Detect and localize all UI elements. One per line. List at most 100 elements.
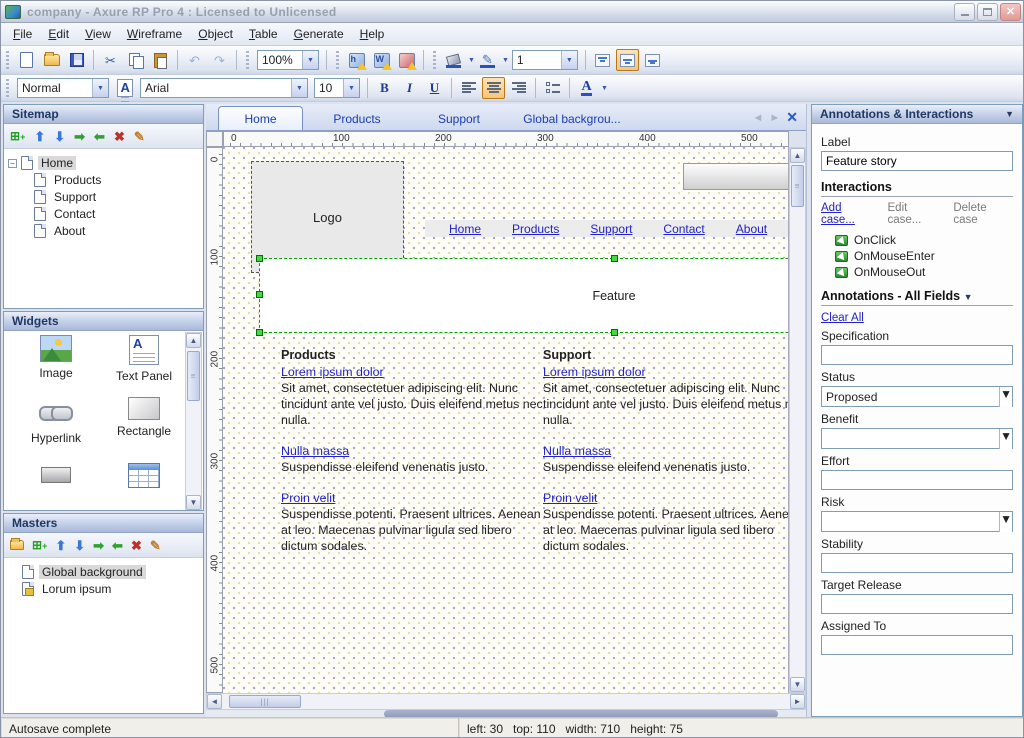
benefit-select[interactable]: ▼: [821, 428, 1013, 449]
delete-master-button[interactable]: ✖: [131, 539, 142, 552]
menu-file[interactable]: File: [5, 24, 40, 44]
chevron-down-icon[interactable]: ▼: [502, 57, 509, 64]
products-column-widget[interactable]: Products Lorem ipsum dolor Sit amet, con…: [281, 347, 549, 569]
menu-table[interactable]: Table: [241, 24, 286, 44]
panel-menu-icon[interactable]: ▼: [1005, 109, 1014, 119]
tab-scroll-right-icon[interactable]: ►: [769, 112, 780, 124]
chevron-down-icon[interactable]: ▼: [999, 512, 1012, 532]
paste-button[interactable]: [149, 49, 172, 71]
font-combobox[interactable]: Arial ▼: [140, 78, 308, 98]
chevron-down-icon[interactable]: ▼: [92, 79, 108, 97]
edit-case-link[interactable]: Edit case...: [888, 202, 944, 226]
wireframe-link[interactable]: Nulla massa: [281, 443, 349, 459]
scroll-up-icon[interactable]: ▲: [790, 148, 805, 163]
generate-prototype-button[interactable]: h: [345, 49, 368, 71]
tab-products[interactable]: Products: [303, 108, 411, 130]
widgets-scrollbar-thumb[interactable]: ≡: [187, 351, 200, 401]
add-case-link[interactable]: Add case...: [821, 202, 878, 226]
underline-button[interactable]: U: [423, 77, 446, 99]
assigned-to-input[interactable]: [821, 635, 1013, 655]
minimize-button[interactable]: [954, 3, 975, 21]
widget-rectangle[interactable]: Rectangle: [100, 397, 188, 445]
align-left-button[interactable]: [457, 77, 480, 99]
nav-menu-widget[interactable]: Home Products Support Contact About: [425, 220, 789, 237]
move-down-button[interactable]: ⬇: [54, 130, 65, 143]
outdent-button[interactable]: ⬅: [94, 130, 105, 143]
resize-handle-bottom-middle[interactable]: [611, 329, 618, 336]
canvas-horizontal-scrollbar[interactable]: ◄ ||| ►: [206, 693, 806, 710]
generate-export-button[interactable]: [395, 49, 418, 71]
close-button[interactable]: ✕: [1000, 3, 1021, 21]
resize-handle-top-middle[interactable]: [611, 255, 618, 262]
wireframe-link[interactable]: Lorem ipsum dolor: [543, 364, 646, 380]
risk-select[interactable]: ▼: [821, 511, 1013, 532]
restore-button[interactable]: [977, 3, 998, 21]
event-onmouseout[interactable]: OnMouseOut: [835, 264, 1013, 280]
line-weight-combobox[interactable]: 1 ▼: [512, 50, 578, 70]
resize-handle-bottom-left[interactable]: [256, 329, 263, 336]
menu-view[interactable]: View: [77, 24, 119, 44]
master-item-global-background[interactable]: Global background: [22, 564, 199, 580]
fill-color-button[interactable]: [442, 49, 465, 71]
menu-object[interactable]: Object: [190, 24, 241, 44]
toolbar-grip[interactable]: [431, 51, 438, 69]
widget-button[interactable]: [12, 459, 100, 488]
copy-button[interactable]: [124, 49, 147, 71]
chevron-down-icon[interactable]: ▼: [999, 387, 1012, 407]
tab-scroll-left-icon[interactable]: ◄: [752, 112, 763, 124]
move-up-button[interactable]: ⬆: [34, 130, 45, 143]
tab-close-icon[interactable]: ✕: [786, 109, 798, 126]
widget-text-panel[interactable]: Text Panel: [100, 335, 188, 383]
status-select[interactable]: Proposed ▼: [821, 386, 1013, 407]
effort-input[interactable]: [821, 470, 1013, 490]
redo-button[interactable]: ↷: [208, 49, 231, 71]
scroll-right-icon[interactable]: ►: [790, 694, 805, 709]
target-release-input[interactable]: [821, 594, 1013, 614]
chevron-down-icon[interactable]: ▼: [291, 79, 307, 97]
chevron-down-icon[interactable]: ▼: [964, 292, 973, 302]
toolbar-grip[interactable]: [334, 51, 341, 69]
tree-item-contact[interactable]: Contact: [34, 206, 199, 222]
undo-button[interactable]: ↶: [183, 49, 206, 71]
new-folder-button[interactable]: [10, 539, 24, 552]
wireframe-link[interactable]: Proin velit: [543, 490, 597, 506]
move-up-button[interactable]: ⬆: [55, 539, 66, 552]
zoom-combobox[interactable]: 100% ▼: [257, 50, 319, 70]
feature-widget-selected[interactable]: Feature: [259, 258, 789, 333]
move-down-button[interactable]: ⬇: [74, 539, 85, 552]
widget-hyperlink[interactable]: Hyperlink: [12, 397, 100, 445]
edit-master-button[interactable]: ✎: [150, 539, 161, 552]
menu-edit[interactable]: Edit: [40, 24, 77, 44]
chevron-down-icon[interactable]: ▼: [343, 79, 359, 97]
nav-link-products[interactable]: Products: [512, 222, 559, 236]
canvas-hscrollbar-thumb[interactable]: |||: [229, 695, 301, 708]
save-button[interactable]: [65, 49, 88, 71]
nav-link-support[interactable]: Support: [590, 222, 632, 236]
scroll-down-icon[interactable]: ▼: [186, 495, 201, 510]
specification-input[interactable]: [821, 345, 1013, 365]
style-combobox[interactable]: Normal ▼: [17, 78, 109, 98]
tree-item-support[interactable]: Support: [34, 189, 199, 205]
canvas-vscrollbar-thumb[interactable]: ≡: [791, 165, 804, 207]
tree-item-about[interactable]: About: [34, 223, 199, 239]
chevron-down-icon[interactable]: ▼: [302, 51, 318, 69]
label-input[interactable]: [821, 151, 1013, 171]
tree-item-products[interactable]: Products: [34, 172, 199, 188]
nav-link-about[interactable]: About: [736, 222, 767, 236]
valign-middle-button[interactable]: [616, 49, 639, 71]
generate-spec-button[interactable]: W: [370, 49, 393, 71]
stability-input[interactable]: [821, 553, 1013, 573]
valign-top-button[interactable]: [591, 49, 614, 71]
align-center-button[interactable]: [482, 77, 505, 99]
chevron-down-icon[interactable]: ▼: [561, 51, 577, 69]
bold-button[interactable]: B: [373, 77, 396, 99]
font-color-button[interactable]: A: [575, 77, 598, 99]
nav-link-contact[interactable]: Contact: [663, 222, 704, 236]
add-master-button[interactable]: ⊞+: [32, 539, 47, 551]
align-right-button[interactable]: [507, 77, 530, 99]
toolbar-grip[interactable]: [244, 51, 251, 69]
event-onclick[interactable]: OnClick: [835, 232, 1013, 248]
nav-link-home[interactable]: Home: [449, 222, 481, 236]
delete-case-link[interactable]: Delete case: [953, 202, 1013, 226]
italic-button[interactable]: I: [398, 77, 421, 99]
